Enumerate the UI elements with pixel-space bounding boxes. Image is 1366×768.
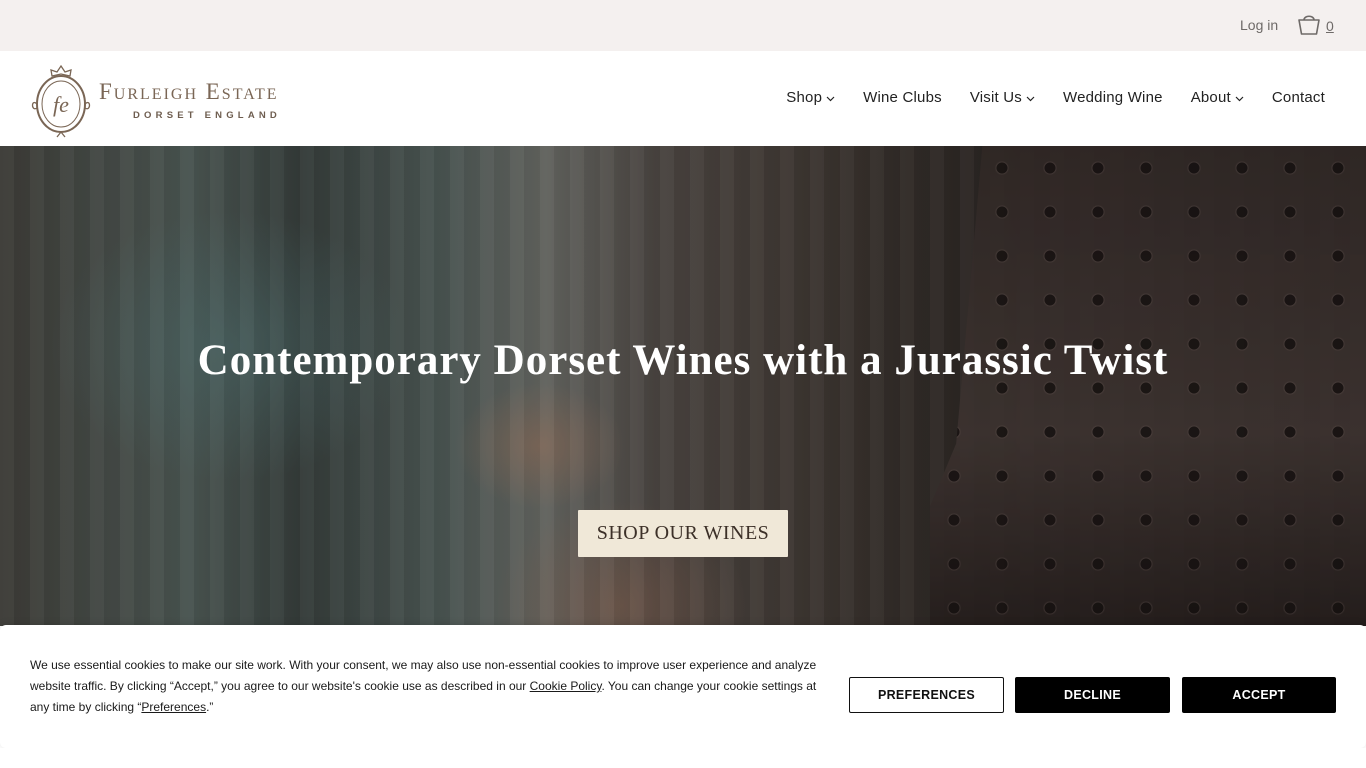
nav-item-label: About	[1190, 89, 1231, 106]
main-nav: Shop Wine Clubs Visit Us Wedding Wine Ab…	[758, 89, 1325, 106]
site-header: fe Furleigh Estate DORSET ENGLAND Shop W…	[0, 51, 1366, 146]
preferences-link[interactable]: Preferences	[141, 700, 206, 714]
nav-item-visit-us[interactable]: Visit Us	[970, 89, 1035, 106]
brand-logo[interactable]: fe Furleigh Estate DORSET ENGLAND	[29, 62, 329, 138]
nav-item-about[interactable]: About	[1191, 89, 1244, 106]
login-link[interactable]: Log in	[1240, 17, 1278, 33]
nav-item-label: Visit Us	[969, 89, 1022, 106]
crest-emblem-icon: fe	[31, 64, 91, 138]
accept-button[interactable]: ACCEPT	[1182, 677, 1336, 713]
nav-item-label: Shop	[786, 89, 823, 106]
cookie-banner: We use essential cookies to make our sit…	[0, 625, 1366, 748]
nav-item-label: Wedding Wine	[1063, 89, 1163, 106]
chevron-down-icon	[1235, 96, 1244, 101]
brand-tagline: DORSET ENGLAND	[133, 109, 281, 121]
decline-button[interactable]: DECLINE	[1015, 677, 1170, 713]
cookie-message: We use essential cookies to make our sit…	[30, 658, 817, 714]
shop-our-wines-button[interactable]: SHOP OUR WINES	[578, 510, 788, 557]
emblem-letters: fe	[53, 92, 69, 117]
basket-icon	[1298, 15, 1320, 35]
hero-title: Contemporary Dorset Wines with a Jurassi…	[197, 337, 1169, 384]
nav-item-shop[interactable]: Shop	[786, 89, 835, 106]
top-utility-bar: Log in 0	[0, 0, 1366, 51]
brand-name: Furleigh Estate	[99, 78, 279, 104]
page-bottom	[0, 748, 1366, 768]
nav-item-wedding-wine[interactable]: Wedding Wine	[1063, 89, 1163, 106]
chevron-down-icon	[1026, 96, 1035, 101]
nav-item-label: Wine Clubs	[863, 89, 942, 106]
cart-link[interactable]: 0	[1296, 12, 1334, 38]
nav-item-label: Contact	[1271, 89, 1325, 106]
preferences-button[interactable]: PREFERENCES	[849, 677, 1004, 713]
cookie-policy-link[interactable]: Cookie Policy	[530, 679, 602, 693]
cart-count: 0	[1326, 17, 1334, 34]
chevron-down-icon	[826, 96, 835, 101]
nav-item-wine-clubs[interactable]: Wine Clubs	[863, 89, 942, 106]
nav-item-contact[interactable]: Contact	[1272, 89, 1325, 106]
hero-banner: Contemporary Dorset Wines with a Jurassi…	[0, 146, 1366, 626]
